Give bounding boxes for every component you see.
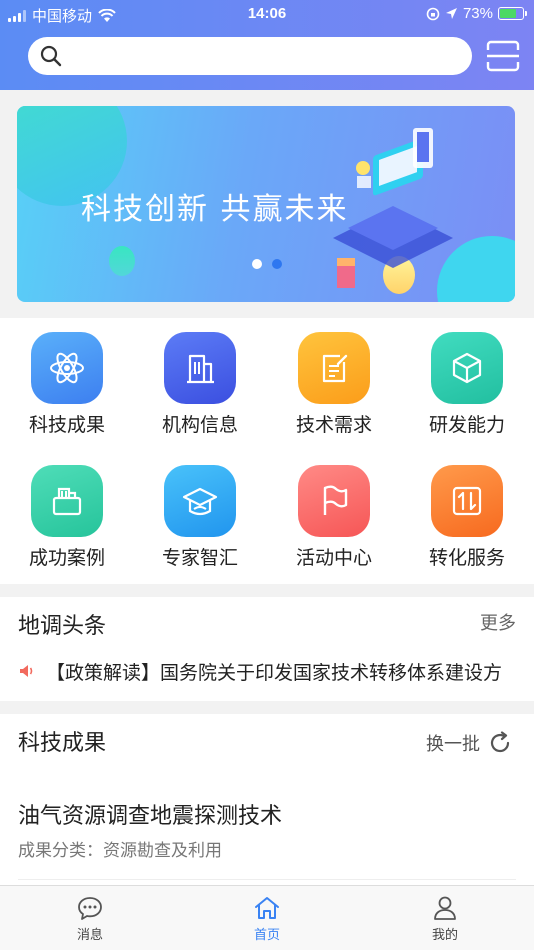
grid-item-activity-center[interactable]: 活动中心 [267, 465, 401, 585]
grid-item-transfer-service[interactable]: 转化服务 [400, 465, 534, 585]
grid-item-tech-achievements[interactable]: 科技成果 [0, 332, 134, 452]
achievement-category: 成果分类：资源勘查及利用 [18, 841, 222, 861]
grid-label: 成功案例 [28, 547, 105, 569]
achievements-section: 科技成果 换一批 油气资源调查地震探测技术 成果分类：资源勘查及利用 [0, 714, 534, 886]
news-ticker[interactable]: 【政策解读】国务院关于印发国家技术转移体系建设方 [18, 658, 518, 684]
divider [18, 879, 516, 880]
search-bar[interactable] [28, 37, 472, 75]
battery-percent: 73% [462, 5, 493, 22]
carousel-dot-1[interactable] [252, 259, 262, 269]
refresh-button[interactable]: 换一批 [426, 730, 512, 756]
grid-label: 专家智汇 [161, 547, 238, 569]
grid-item-success-cases[interactable]: 成功案例 [0, 465, 134, 585]
flag-icon [323, 485, 348, 515]
building-icon [187, 354, 214, 384]
tab-label: 首页 [253, 928, 280, 943]
tab-profile[interactable]: 我的 [385, 894, 505, 943]
technology-illustration [333, 128, 453, 288]
grid-label: 科技成果 [28, 414, 105, 436]
grid-item-rd-capability[interactable]: 研发能力 [400, 332, 534, 452]
headlines-section: 地调头条 更多 【政策解读】国务院关于印发国家技术转移体系建设方 [0, 597, 534, 701]
refresh-label: 换一批 [426, 734, 480, 755]
speaker-icon [20, 665, 33, 677]
message-icon [78, 897, 102, 920]
edit-document-icon [322, 354, 348, 383]
banner-carousel[interactable]: 科技创新 共赢未来 [17, 106, 515, 302]
section-title: 科技成果 [18, 731, 107, 756]
scan-icon[interactable] [486, 40, 520, 72]
tab-messages[interactable]: 消息 [30, 894, 150, 943]
grid-item-institution-info[interactable]: 机构信息 [133, 332, 267, 452]
achievement-title[interactable]: 油气资源调查地震探测技术 [18, 798, 282, 830]
battery-icon [498, 7, 527, 20]
news-headline: 【政策解读】国务院关于印发国家技术转移体系建设方 [46, 661, 503, 684]
section-title: 地调头条 [18, 614, 107, 639]
refresh-icon [490, 731, 510, 753]
location-icon [445, 8, 457, 19]
grid-label: 技术需求 [295, 414, 372, 436]
header: 中国移动 14:06 73% [0, 0, 534, 90]
cube-icon [452, 352, 482, 384]
search-input[interactable] [70, 41, 472, 71]
tab-label: 消息 [76, 928, 103, 943]
carousel-dot-2[interactable] [272, 259, 282, 269]
atom-icon [50, 352, 84, 384]
more-link[interactable]: 更多 [480, 609, 516, 635]
tab-home[interactable]: 首页 [207, 894, 327, 943]
grid-label: 活动中心 [295, 547, 372, 569]
feature-grid: 科技成果 机构信息 技术需求 研发能力 成功案例 专家智汇 活动中心 转化服务 [0, 318, 534, 584]
folder-icon [52, 487, 82, 516]
graduation-cap-icon [182, 487, 218, 516]
grid-item-expert-wisdom[interactable]: 专家智汇 [133, 465, 267, 585]
home-icon [255, 897, 279, 919]
status-bar: 中国移动 14:06 73% [0, 0, 534, 30]
grid-label: 转化服务 [428, 547, 505, 569]
tab-label: 我的 [431, 928, 458, 943]
grid-label: 研发能力 [428, 414, 505, 436]
banner-slogan: 科技创新 共赢未来 [81, 192, 349, 227]
tab-bar: 消息 首页 我的 [0, 885, 534, 950]
transfer-icon [452, 486, 482, 516]
carousel-dots [252, 259, 282, 269]
grid-label: 机构信息 [161, 414, 238, 436]
grid-item-tech-demand[interactable]: 技术需求 [267, 332, 401, 452]
banner-section: 科技创新 共赢未来 [0, 90, 534, 318]
user-icon [434, 896, 456, 920]
search-icon [40, 45, 62, 67]
rotation-lock-icon [426, 7, 440, 20]
